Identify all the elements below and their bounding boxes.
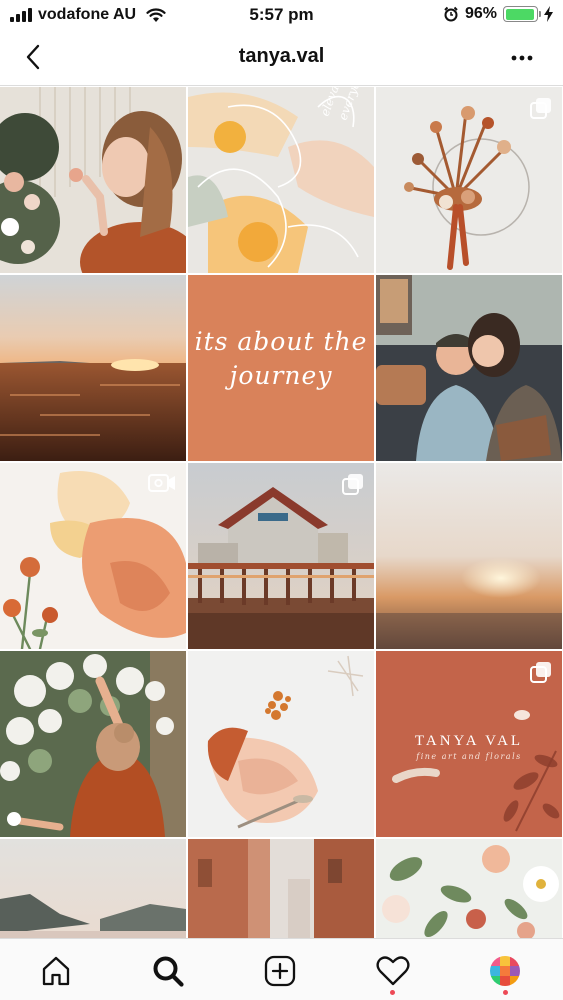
plus-square-icon <box>264 955 296 987</box>
status-right: 96% <box>443 5 553 23</box>
post-grid: elevate everyday its about the journey T… <box>0 87 563 938</box>
post-thumbnail[interactable] <box>0 87 186 273</box>
tab-profile[interactable] <box>483 949 527 993</box>
status-bar: vodafone AU 5:57 pm 96% <box>0 0 563 30</box>
alarm-icon <box>444 6 458 22</box>
activity-notification-dot <box>390 990 395 995</box>
post-overlay-text: its about the journey <box>194 327 368 390</box>
post-thumbnail[interactable] <box>376 839 562 938</box>
bottom-tab-bar <box>0 938 563 1000</box>
post-image <box>188 651 374 837</box>
post-thumbnail[interactable] <box>188 651 374 837</box>
profile-header: tanya.val <box>0 30 563 86</box>
tab-new-post[interactable] <box>258 949 302 993</box>
video-icon <box>148 474 175 492</box>
post-image <box>0 839 186 938</box>
post-thumbnail[interactable] <box>376 87 562 273</box>
post-thumbnail[interactable] <box>376 275 562 461</box>
home-icon <box>42 956 70 986</box>
post-image: elevate everyday <box>188 87 374 273</box>
post-thumbnail[interactable] <box>0 651 186 837</box>
more-horizontal-icon <box>511 55 533 61</box>
battery-percent: 96% <box>464 5 497 22</box>
search-icon <box>153 956 184 987</box>
profile-notification-dot <box>503 990 508 995</box>
post-thumbnail[interactable] <box>0 275 186 461</box>
post-thumbnail[interactable] <box>0 463 186 649</box>
post-image <box>376 463 562 649</box>
post-image <box>0 651 186 837</box>
post-image <box>188 839 374 938</box>
post-image <box>0 275 186 461</box>
post-thumbnail[interactable] <box>376 463 562 649</box>
post-thumbnail[interactable] <box>0 839 186 938</box>
avatar-icon <box>490 956 520 986</box>
heart-icon <box>376 956 410 986</box>
carousel-icon <box>342 474 363 495</box>
post-thumbnail[interactable] <box>188 463 374 649</box>
profile-username: tanya.val <box>238 45 325 67</box>
post-thumbnail[interactable]: its about the journey <box>188 275 374 461</box>
post-thumbnail[interactable]: TANYA VAL fine art and florals <box>376 651 562 837</box>
more-options-button[interactable] <box>507 44 537 72</box>
tab-home[interactable] <box>34 949 78 993</box>
post-image <box>376 275 562 461</box>
post-image <box>0 87 186 273</box>
carousel-icon <box>530 662 551 683</box>
tab-search[interactable] <box>146 949 190 993</box>
post-thumbnail[interactable] <box>188 839 374 938</box>
charging-icon <box>544 6 553 22</box>
post-image <box>376 839 562 938</box>
battery-icon <box>503 6 541 22</box>
tab-activity[interactable] <box>371 949 415 993</box>
carousel-icon <box>530 98 551 119</box>
post-thumbnail[interactable]: elevate everyday <box>188 87 374 273</box>
